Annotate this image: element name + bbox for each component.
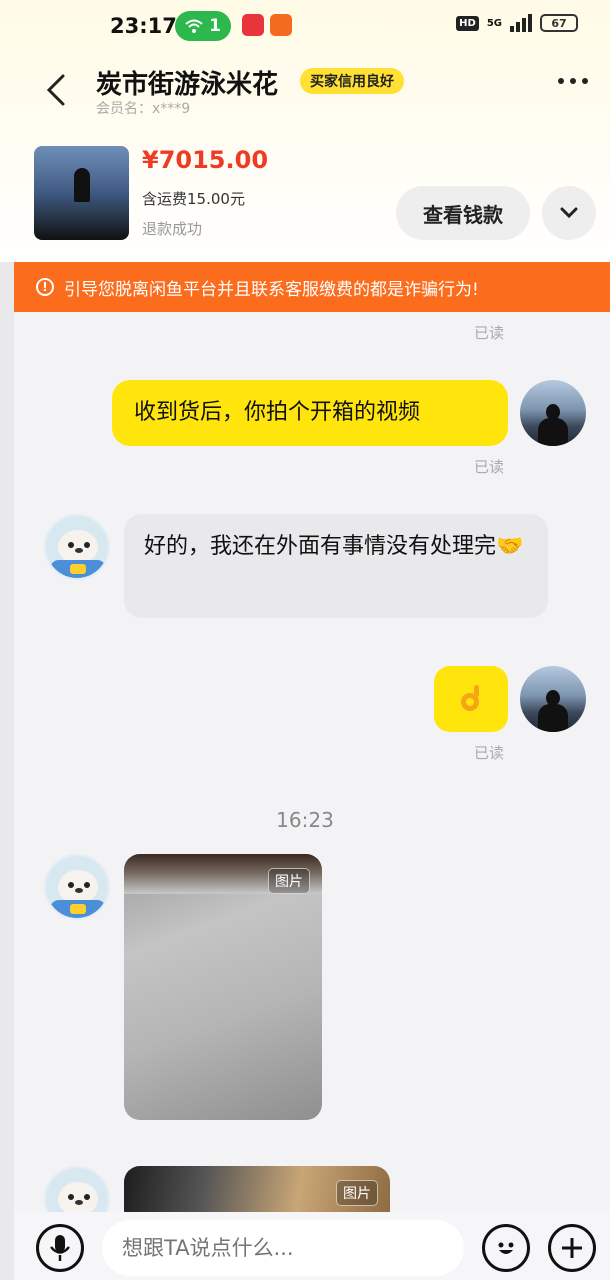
my-avatar[interactable] (520, 666, 586, 732)
image-tag: 图片 (268, 868, 310, 894)
status-time: 23:17 (110, 14, 177, 38)
ok-hand-icon (461, 685, 479, 711)
my-avatar[interactable] (520, 380, 586, 446)
expand-button[interactable] (542, 186, 596, 240)
chat-timestamp: 16:23 (276, 808, 334, 832)
shipping-info: 含运费15.00元 (142, 190, 245, 208)
more-options-button[interactable] (558, 78, 588, 84)
chevron-left-icon (46, 74, 65, 106)
battery-icon: 67 (540, 14, 578, 32)
hd-icon: HD (456, 15, 479, 31)
smiley-icon (498, 1242, 514, 1254)
emoji-button[interactable] (482, 1224, 530, 1272)
status-bar: 23:17 1 HD 5G 67 (0, 0, 610, 56)
member-value: x***9 (152, 101, 191, 117)
member-label: 会员名： (96, 101, 152, 117)
image-tag: 图片 (336, 1180, 378, 1206)
plus-icon (562, 1238, 582, 1258)
product-thumbnail[interactable] (34, 146, 129, 240)
read-receipt: 已读 (474, 744, 505, 762)
wifi-icon (185, 19, 203, 33)
header-area: 23:17 1 HD 5G 67 炭市街游泳米花 买家信用良好 会员名：x***… (0, 0, 610, 262)
warning-text: 引导您脱离闲鱼平台并且联系客服缴费的都是诈骗行为! (64, 279, 479, 300)
product-card[interactable]: ¥7015.00 含运费15.00元 退款成功 查看钱款 (0, 142, 610, 242)
wifi-count: 1 (209, 16, 221, 36)
thumbnail-figure (74, 168, 90, 202)
order-status: 退款成功 (142, 220, 203, 238)
ok-emoji-bubble[interactable] (434, 666, 508, 732)
image-message[interactable]: 图片 (124, 854, 322, 1120)
more-dot-icon (582, 78, 588, 84)
seller-avatar[interactable] (44, 514, 110, 580)
message-bubble-out[interactable]: 收到货后，你拍个开箱的视频 (112, 380, 508, 446)
app-notification-icon (242, 14, 264, 36)
message-input[interactable] (102, 1220, 464, 1276)
credit-badge: 买家信用良好 (300, 68, 404, 94)
nav-bar: 炭市街游泳米花 买家信用良好 会员名：x***9 (0, 56, 610, 126)
network-label: 5G (486, 17, 502, 29)
more-dot-icon (558, 78, 564, 84)
view-money-button[interactable]: 查看钱款 (396, 186, 530, 240)
chat-title[interactable]: 炭市街游泳米花 (96, 64, 278, 101)
read-receipt: 已读 (474, 324, 505, 342)
voice-button[interactable] (36, 1224, 84, 1272)
add-button[interactable] (548, 1224, 596, 1272)
signal-icon (510, 14, 532, 32)
microphone-icon (50, 1235, 70, 1261)
wifi-hotspot-pill: 1 (175, 11, 231, 41)
member-name: 会员名：x***9 (96, 98, 190, 118)
left-edge (0, 262, 14, 1280)
status-right: HD 5G 67 (456, 14, 578, 32)
seller-avatar[interactable] (44, 854, 110, 920)
read-receipt: 已读 (474, 458, 505, 476)
more-dot-icon (570, 78, 576, 84)
warning-icon: ! (36, 278, 54, 296)
chevron-down-icon (560, 207, 578, 219)
message-bubble-in[interactable]: 好的，我还在外面有事情没有处理完🤝 (124, 514, 548, 618)
fraud-warning-banner: ! 引导您脱离闲鱼平台并且联系客服缴费的都是诈骗行为! (14, 262, 610, 312)
back-button[interactable] (36, 70, 76, 110)
product-price: ¥7015.00 (142, 146, 269, 174)
input-bar (14, 1212, 610, 1280)
app-notification-icon (270, 14, 292, 36)
